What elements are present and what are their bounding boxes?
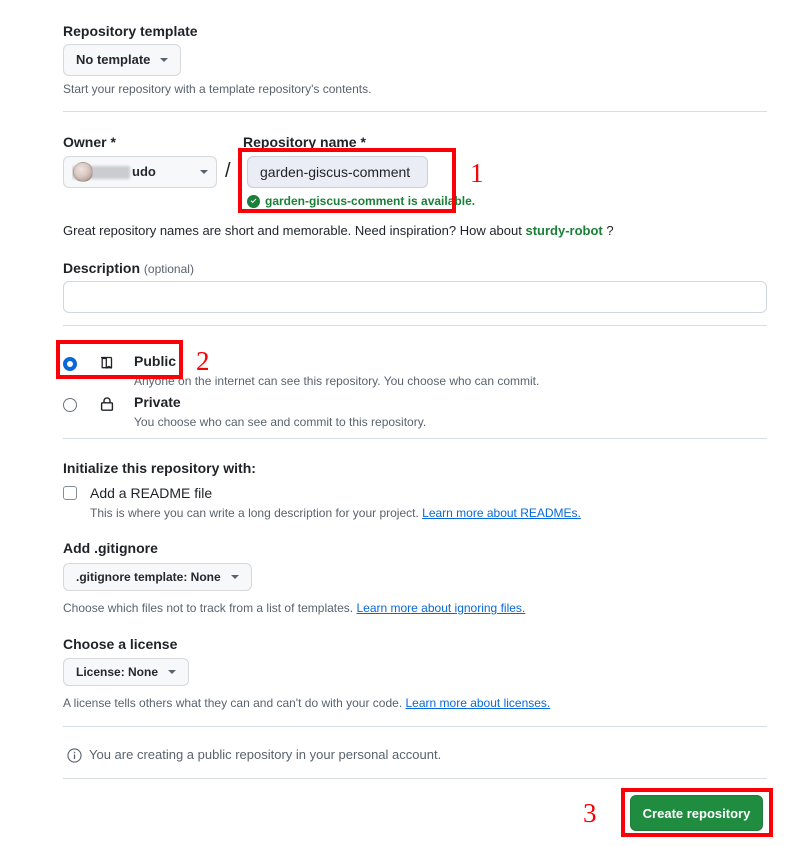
license-hint-text: A license tells others what they can and… <box>63 696 406 710</box>
chevron-down-icon <box>200 170 208 174</box>
divider <box>63 778 767 779</box>
account-note: You are creating a public repository in … <box>67 745 441 765</box>
repository-template-value: No template <box>76 52 151 67</box>
gitignore-hint-text: Choose which files not to track from a l… <box>63 601 357 615</box>
annotation-number-1: 1 <box>470 158 484 188</box>
readme-checkbox-row[interactable]: Add a README file <box>63 483 212 503</box>
repository-name-hint-suffix: ? <box>602 223 614 238</box>
divider <box>63 111 767 112</box>
repo-book-icon <box>101 356 113 369</box>
description-optional-tag: (optional) <box>143 262 194 276</box>
visibility-option-private[interactable]: Private You choose who can see and commi… <box>63 393 426 431</box>
initialize-label: Initialize this repository with: <box>63 460 256 476</box>
owner-name-separator: / <box>225 160 231 182</box>
gitignore-template-select[interactable]: .gitignore template: None <box>63 563 252 591</box>
public-radio[interactable] <box>63 357 77 371</box>
public-title: Public <box>134 353 177 369</box>
chevron-down-icon <box>230 575 239 579</box>
readme-hint-text: This is where you can write a long descr… <box>90 506 423 520</box>
license-value: License: None <box>76 665 159 679</box>
info-icon <box>67 747 82 763</box>
repository-name-availability: garden-giscus-comment is available. <box>247 192 475 210</box>
readme-learn-more-link[interactable]: Learn more about READMEs. <box>422 506 581 520</box>
description-label: Description (optional) <box>63 259 194 278</box>
repository-template-label: Repository template <box>63 23 198 39</box>
chevron-down-icon <box>168 670 177 674</box>
divider <box>63 325 767 326</box>
owner-label: Owner * <box>63 134 116 150</box>
check-circle-icon <box>247 194 260 208</box>
gitignore-hint: Choose which files not to track from a l… <box>63 599 525 617</box>
license-hint: A license tells others what they can and… <box>63 694 550 712</box>
account-note-text: You are creating a public repository in … <box>89 747 442 762</box>
repository-name-availability-text: garden-giscus-comment is available. <box>265 194 476 208</box>
private-radio[interactable] <box>63 398 77 412</box>
annotation-number-3: 3 <box>583 798 597 828</box>
license-label: Choose a license <box>63 636 178 652</box>
repository-name-label: Repository name * <box>243 134 366 150</box>
repository-name-input[interactable] <box>247 156 428 188</box>
lock-icon <box>100 397 114 411</box>
gitignore-learn-more-link[interactable]: Learn more about ignoring files. <box>356 601 525 615</box>
divider <box>63 438 767 439</box>
owner-name-suffix: udo <box>132 164 156 179</box>
readme-hint: This is where you can write a long descr… <box>90 504 581 522</box>
divider <box>63 726 767 727</box>
avatar <box>73 162 93 182</box>
create-repository-form: Repository template No template Start yo… <box>0 0 800 846</box>
readme-checkbox[interactable] <box>63 486 77 500</box>
public-description: Anyone on the internet can see this repo… <box>134 374 540 388</box>
repository-template-hint: Start your repository with a template re… <box>63 82 372 96</box>
description-input[interactable] <box>63 281 767 313</box>
visibility-option-public[interactable]: Public Anyone on the internet can see th… <box>63 352 539 390</box>
license-learn-more-link[interactable]: Learn more about licenses. <box>406 696 551 710</box>
description-label-text: Description <box>63 260 141 276</box>
license-select[interactable]: License: None <box>63 658 190 686</box>
readme-label: Add a README file <box>90 485 213 501</box>
repository-name-suggestion[interactable]: sturdy-robot <box>525 223 602 238</box>
gitignore-template-value: .gitignore template: None <box>76 570 221 584</box>
repository-name-hint: Great repository names are short and mem… <box>63 223 614 238</box>
repository-template-select[interactable]: No template <box>63 44 182 76</box>
repository-name-hint-prefix: Great repository names are short and mem… <box>63 223 526 238</box>
private-description: You choose who can see and commit to thi… <box>134 415 427 429</box>
chevron-down-icon <box>160 58 169 62</box>
private-text-block: Private You choose who can see and commi… <box>134 393 426 431</box>
gitignore-label: Add .gitignore <box>63 540 158 556</box>
create-repository-button[interactable]: Create repository <box>630 795 763 831</box>
public-text-block: Public Anyone on the internet can see th… <box>134 352 539 390</box>
private-title: Private <box>134 394 181 410</box>
